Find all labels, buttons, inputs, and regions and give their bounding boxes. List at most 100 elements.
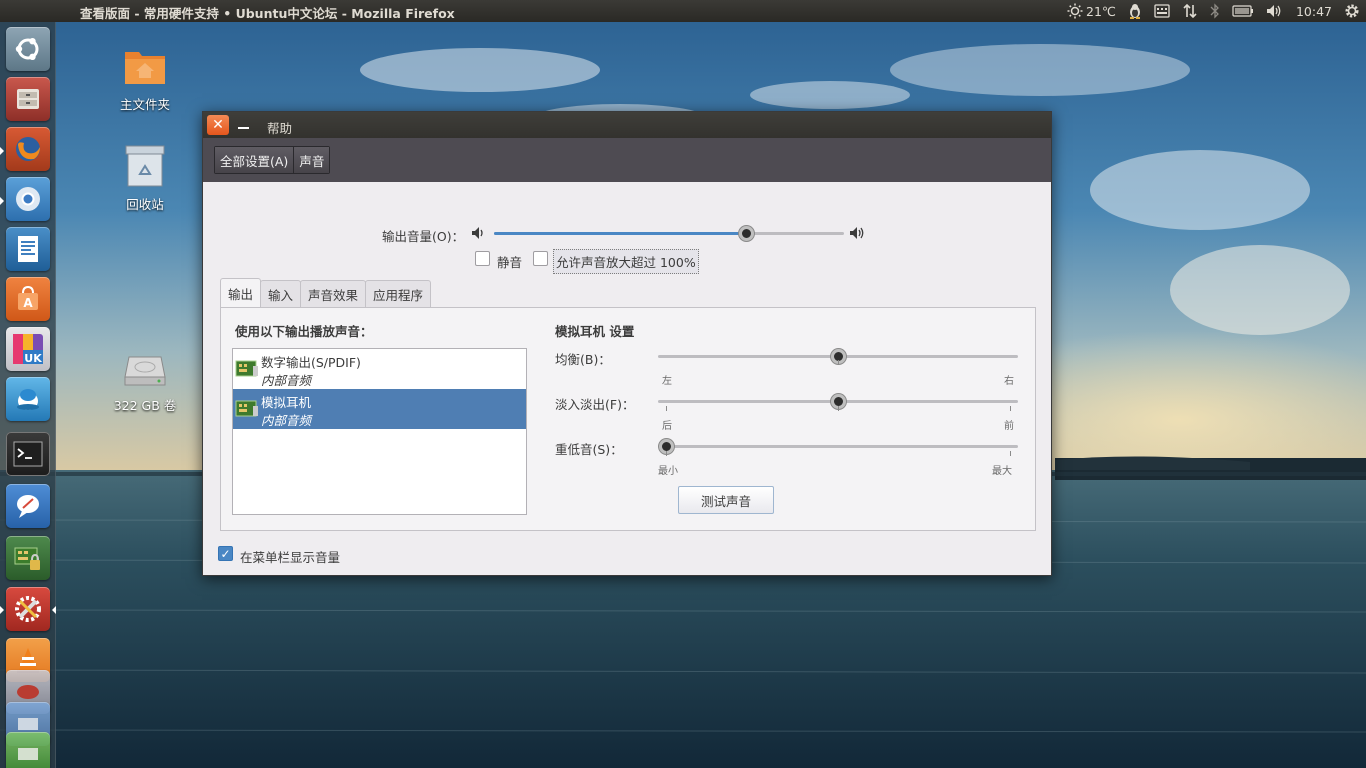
sound-tabs: 输出 输入 声音效果 应用程序 bbox=[220, 278, 432, 307]
app-icon bbox=[17, 685, 39, 699]
desktop-icon-label: 主文件夹 bbox=[119, 97, 170, 112]
launcher-terminal[interactable] bbox=[6, 432, 50, 476]
subwoofer-max-label: 最大 bbox=[992, 466, 1012, 477]
launcher-software-center[interactable]: A bbox=[6, 277, 50, 321]
terminal-icon bbox=[13, 441, 43, 467]
document-icon bbox=[18, 236, 38, 262]
overamplify-label: 允许声音放大超过 100% bbox=[553, 249, 699, 274]
desktop-icon-label: 回收站 bbox=[126, 197, 164, 212]
session-indicator[interactable] bbox=[1338, 0, 1366, 22]
network-indicator[interactable] bbox=[1176, 0, 1204, 22]
launcher-files[interactable] bbox=[6, 77, 50, 121]
weather-temp: 21℃ bbox=[1086, 3, 1116, 19]
subwoofer-slider[interactable] bbox=[658, 439, 1018, 454]
close-button[interactable]: ✕ bbox=[207, 115, 229, 135]
overamplify-checkbox[interactable] bbox=[533, 251, 548, 266]
focused-indicator bbox=[52, 606, 56, 614]
fade-right-label: 前 bbox=[1004, 421, 1014, 432]
balance-label: 均衡(B)： bbox=[555, 352, 611, 367]
chat-penguin-icon bbox=[17, 389, 39, 410]
desktop-icon-label: 322 GB 卷 bbox=[113, 398, 177, 413]
app-icon bbox=[18, 718, 38, 730]
output-device-list: 数字输出(S/PDIF) 内部音频 模拟耳机 内部音频 bbox=[232, 348, 527, 515]
output-volume-label: 输出音量(O)： bbox=[382, 229, 465, 244]
show-volume-in-menubar-label: 在菜单栏显示音量 bbox=[240, 550, 341, 565]
breadcrumb-sound[interactable]: 声音 bbox=[293, 147, 330, 173]
tab-applications[interactable]: 应用程序 bbox=[365, 280, 432, 307]
volume-high-icon bbox=[850, 227, 864, 239]
test-sound-button[interactable]: 测试声音 bbox=[678, 486, 774, 514]
close-icon: ✕ bbox=[212, 117, 224, 133]
weather-sun-icon bbox=[1067, 3, 1083, 19]
launcher-system-settings[interactable] bbox=[6, 587, 50, 631]
desktop-icon-trash[interactable]: 回收站 bbox=[100, 142, 190, 213]
output-device-headphones[interactable]: 模拟耳机 内部音频 bbox=[233, 389, 526, 429]
bluetooth-indicator[interactable] bbox=[1204, 0, 1226, 22]
desktop-icon-volume[interactable]: 322 GB 卷 bbox=[100, 343, 190, 414]
launcher-overflow-app-3[interactable] bbox=[6, 732, 50, 768]
speech-bubble-icon bbox=[17, 495, 39, 518]
output-volume-knob[interactable] bbox=[738, 226, 754, 241]
battery-icon bbox=[1232, 5, 1253, 17]
mute-label: 静音 bbox=[497, 255, 523, 270]
battery-indicator[interactable] bbox=[1226, 0, 1260, 22]
sound-settings-window: ✕ 帮助 全部设置(A) 声音 输出音量(O)： 静音 允许声音放大超过 100… bbox=[202, 111, 1052, 576]
tux-icon bbox=[1129, 4, 1140, 19]
balance-slider[interactable] bbox=[658, 349, 1018, 364]
launcher-chromium[interactable] bbox=[6, 177, 50, 221]
sound-card-icon bbox=[235, 360, 258, 377]
device-subtitle: 内部音频 bbox=[261, 413, 312, 428]
tab-output[interactable]: 输出 bbox=[220, 278, 262, 307]
wrench-screwdriver-icon bbox=[15, 596, 41, 622]
dash-home-button[interactable] bbox=[6, 27, 50, 71]
subwoofer-tick bbox=[666, 451, 667, 456]
device-settings-title: 模拟耳机 设置 bbox=[555, 324, 635, 339]
network-arrows-icon bbox=[1183, 3, 1197, 19]
device-subtitle: 内部音频 bbox=[261, 373, 312, 388]
output-tab-panel: 使用以下输出播放声音： 数字输出(S/PDIF) 内部音频 模拟耳机 内部音频 … bbox=[220, 307, 1036, 531]
tab-input[interactable]: 输入 bbox=[260, 280, 302, 307]
launcher-pidgin[interactable] bbox=[6, 484, 50, 528]
keyboard-icon bbox=[1154, 4, 1170, 18]
desktop-icon-home[interactable]: 主文件夹 bbox=[100, 42, 190, 113]
running-indicator bbox=[0, 606, 4, 614]
fade-left-label: 后 bbox=[662, 421, 672, 432]
launcher-hardware-drivers[interactable] bbox=[6, 536, 50, 580]
launcher-ubuntu-kylin[interactable]: UK bbox=[6, 327, 50, 371]
launcher: A UK bbox=[0, 22, 56, 768]
volume-indicator[interactable] bbox=[1260, 0, 1290, 22]
checkmark-icon: ✓ bbox=[220, 546, 231, 561]
minimize-button[interactable] bbox=[232, 115, 254, 135]
launcher-writer[interactable] bbox=[6, 227, 50, 271]
launcher-qq[interactable] bbox=[6, 377, 50, 421]
ubuntu-logo-icon bbox=[15, 38, 39, 60]
home-folder-icon bbox=[121, 42, 169, 90]
balance-left-label: 左 bbox=[662, 376, 672, 387]
weather-indicator[interactable]: 21℃ bbox=[1061, 0, 1122, 22]
tux-indicator[interactable] bbox=[1122, 0, 1148, 22]
tab-sound-effects[interactable]: 声音效果 bbox=[300, 280, 367, 307]
keyboard-indicator[interactable] bbox=[1148, 0, 1176, 22]
output-volume-slider[interactable] bbox=[494, 226, 844, 241]
clock: 10:47 bbox=[1295, 3, 1332, 19]
show-volume-in-menubar-checkbox[interactable]: ✓ bbox=[218, 546, 233, 561]
output-device-spdif[interactable]: 数字输出(S/PDIF) 内部音频 bbox=[233, 349, 526, 389]
all-settings-button[interactable]: 全部设置(A) bbox=[215, 147, 294, 173]
circuit-lock-icon bbox=[14, 547, 40, 570]
fade-slider[interactable] bbox=[658, 394, 1018, 409]
play-sound-through-label: 使用以下输出播放声音： bbox=[235, 324, 373, 339]
launcher-firefox[interactable] bbox=[6, 127, 50, 171]
window-titlebar[interactable]: ✕ 帮助 bbox=[203, 112, 1051, 138]
device-name: 数字输出(S/PDIF) bbox=[261, 355, 361, 370]
clock-indicator[interactable]: 10:47 bbox=[1290, 0, 1338, 22]
fade-center-tick bbox=[838, 406, 839, 411]
volume-icon bbox=[1266, 5, 1281, 17]
fade-label: 淡入淡出(F)： bbox=[555, 397, 635, 412]
balance-center-tick bbox=[838, 360, 839, 365]
firefox-icon bbox=[16, 137, 40, 161]
mute-checkbox[interactable] bbox=[475, 251, 490, 266]
running-indicator bbox=[0, 147, 4, 155]
balance-right-label: 右 bbox=[1004, 376, 1014, 387]
gear-icon bbox=[1345, 4, 1359, 18]
menu-help[interactable]: 帮助 bbox=[267, 118, 292, 137]
